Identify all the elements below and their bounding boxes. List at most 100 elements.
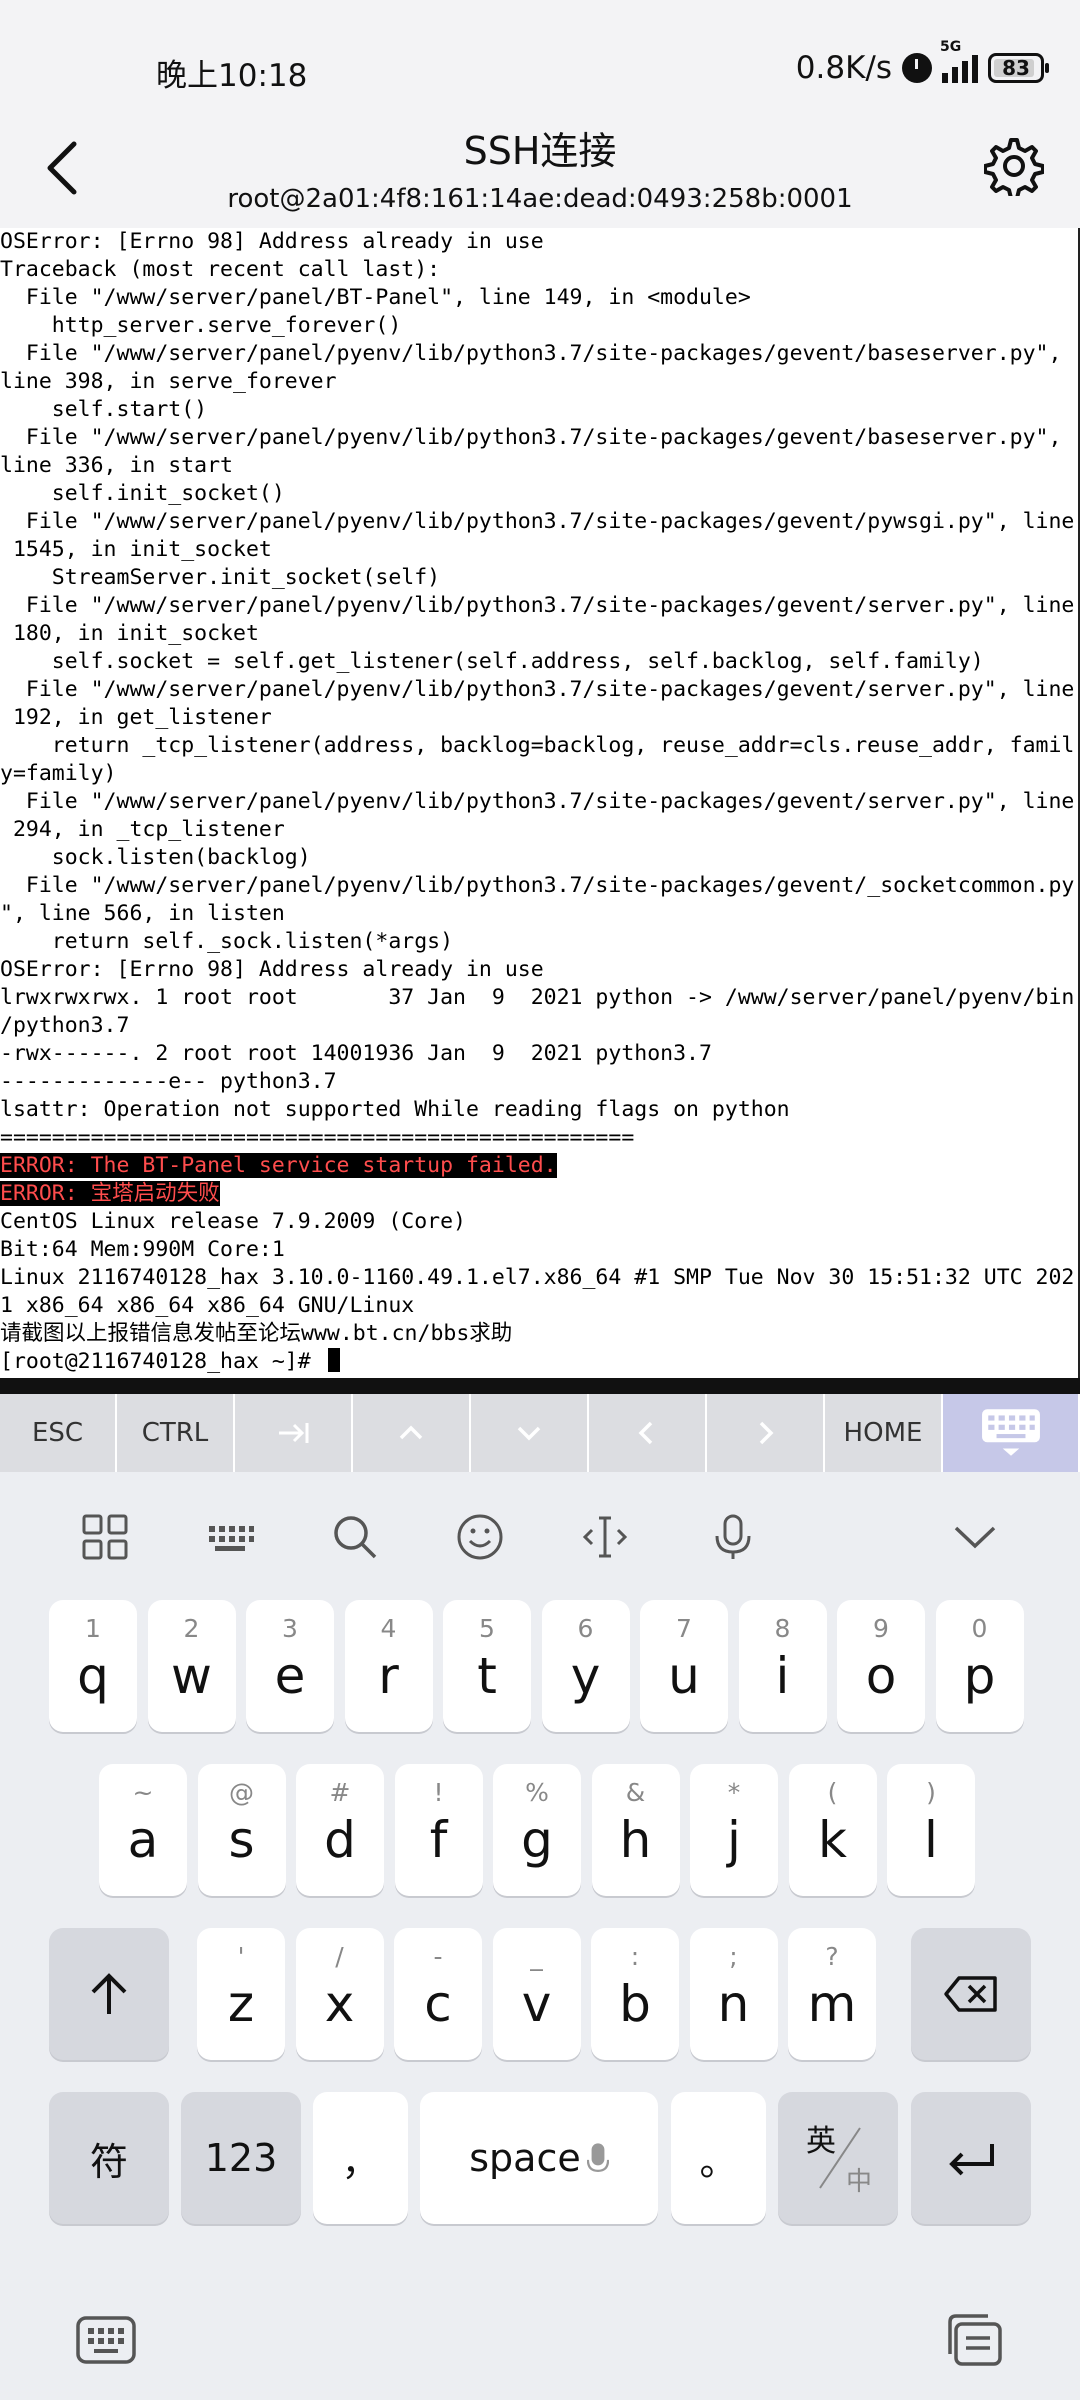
key-p[interactable]: 0p: [935, 1600, 1024, 1732]
terminal-line: File "/www/server/panel/BT-Panel", line …: [0, 285, 751, 310]
microphone-icon[interactable]: [708, 1512, 758, 1562]
terminal-line: File "/www/server/panel/pyenv/lib/python…: [0, 509, 1075, 534]
key-label: n: [717, 1975, 750, 2033]
key-f[interactable]: ! f: [394, 1764, 483, 1896]
shift-key[interactable]: [49, 1928, 169, 2060]
enter-key[interactable]: [911, 2092, 1031, 2224]
key-x[interactable]: / x: [295, 1928, 384, 2060]
key-a[interactable]: ~ a: [99, 1764, 187, 1896]
terminal-line: self.start(): [0, 397, 208, 422]
key-hint: 3: [282, 1614, 298, 1643]
terminal-line: Linux 2116740128_hax 3.10.0-1160.49.1.el…: [0, 1265, 1075, 1290]
key-label: d: [324, 1811, 356, 1869]
key-b[interactable]: :b: [591, 1928, 679, 2060]
clipboard-icon[interactable]: [942, 2312, 1006, 2368]
key-label: s: [228, 1811, 255, 1869]
error-line: ERROR: 宝塔启动失败: [0, 1181, 220, 1206]
backspace-key[interactable]: [911, 1928, 1031, 2060]
key-q[interactable]: 1q: [49, 1600, 137, 1732]
terminal-line: CentOS Linux release 7.9.2009 (Core): [0, 1209, 466, 1234]
symbols-key[interactable]: 符: [49, 2092, 169, 2224]
comma-key[interactable]: ，: [313, 2092, 408, 2224]
key-label: b: [619, 1975, 651, 2033]
search-icon[interactable]: [330, 1512, 380, 1562]
terminal-output[interactable]: OSError: [Errno 98] Address already in u…: [0, 228, 1080, 1388]
space-key[interactable]: space: [420, 2092, 658, 2224]
key-y[interactable]: 6y: [541, 1600, 630, 1732]
key-g[interactable]: % g: [493, 1764, 581, 1896]
key-hint: :: [630, 1942, 640, 1971]
key-j[interactable]: * j: [690, 1764, 778, 1896]
soft-keyboard: 1 q 2 w 3 e 4 r 5 t 6 y 7 u 8 i 9 o 0 p ~ a @ s # d! f% g & h * j(k) l ' z…: [0, 1472, 1080, 2400]
network-speed: 0.8K/s: [795, 50, 892, 86]
key-hint: (: [827, 1778, 838, 1807]
key-hint: 4: [380, 1614, 397, 1643]
key-k[interactable]: (k: [788, 1764, 877, 1896]
key-m[interactable]: ? m: [788, 1928, 876, 2060]
collapse-keyboard-icon[interactable]: [950, 1512, 1000, 1562]
keyboard-switch-icon[interactable]: [74, 2312, 138, 2368]
text-cursor-icon[interactable]: [580, 1512, 630, 1562]
terminal-line: File "/www/server/panel/pyenv/lib/python…: [0, 593, 1075, 618]
key-hint: _: [530, 1942, 543, 1971]
keyboard-toggle-key[interactable]: [943, 1394, 1080, 1472]
terminal-line: http_server.serve_forever(): [0, 313, 402, 338]
terminal-line: OSError: [Errno 98] Address already in u…: [0, 229, 544, 254]
key-z[interactable]: ' z: [197, 1928, 285, 2060]
terminal-line: -rwx------. 2 root root 14001936 Jan 9 2…: [0, 1041, 712, 1066]
key-hint: 0: [971, 1614, 988, 1643]
up-key[interactable]: [353, 1394, 471, 1472]
terminal-line: OSError: [Errno 98] Address already in u…: [0, 957, 544, 982]
terminal-line: 192, in get_listener: [0, 705, 272, 730]
numbers-key[interactable]: 123: [181, 2092, 301, 2224]
key-n[interactable]: ; n: [689, 1928, 778, 2060]
key-o[interactable]: 9o: [837, 1600, 925, 1732]
key-r[interactable]: 4r: [344, 1600, 433, 1732]
key-u[interactable]: 7u: [640, 1600, 728, 1732]
alarm-icon: [902, 53, 932, 83]
language-toggle-key[interactable]: 英 中: [778, 2092, 898, 2224]
key-c[interactable]: -c: [394, 1928, 482, 2060]
key-w[interactable]: 2w: [147, 1600, 236, 1732]
key-l[interactable]: ) l: [887, 1764, 975, 1896]
key-h[interactable]: & h: [591, 1764, 680, 1896]
right-key[interactable]: [707, 1394, 825, 1472]
key-label: f: [429, 1811, 448, 1869]
emoji-icon[interactable]: [455, 1512, 505, 1562]
key-s[interactable]: @ s: [197, 1764, 286, 1896]
terminal-line: 请截图以上报错信息发帖至论坛www.bt.cn/bbs求助: [0, 1321, 513, 1346]
page-title: SSH连接: [463, 129, 617, 173]
terminal-line: Traceback (most recent call last):: [0, 257, 441, 282]
esc-key[interactable]: ESC: [0, 1394, 117, 1472]
enter-icon: [949, 2144, 994, 2176]
key-label: p: [963, 1647, 996, 1705]
tab-key[interactable]: [235, 1394, 353, 1472]
period-key[interactable]: 。: [671, 2092, 766, 2224]
key-v[interactable]: _ v: [492, 1928, 581, 2060]
home-key[interactable]: HOME: [825, 1394, 943, 1472]
key-i[interactable]: 8i: [738, 1600, 827, 1732]
ctrl-key[interactable]: CTRL: [117, 1394, 235, 1472]
key-hint: 6: [577, 1614, 594, 1643]
down-key[interactable]: [471, 1394, 589, 1472]
battery-level: 83: [1002, 56, 1030, 80]
key-hint: %: [525, 1778, 549, 1807]
error-line: ERROR: The BT-Panel service startup fail…: [0, 1153, 557, 1178]
apps-grid-icon[interactable]: [80, 1512, 130, 1562]
key-d[interactable]: # d: [296, 1764, 384, 1896]
key-e[interactable]: 3e: [246, 1600, 334, 1732]
keyboard-layout-icon[interactable]: [205, 1512, 255, 1562]
key-hint: ~: [132, 1778, 154, 1807]
key-hint: 2: [183, 1614, 200, 1643]
terminal-line: self.init_socket(): [0, 481, 285, 506]
terminal-prompt[interactable]: [root@2116740128_hax ~]#: [0, 1348, 1078, 1376]
terminal-line: /python3.7: [0, 1013, 130, 1038]
left-key[interactable]: [589, 1394, 707, 1472]
key-label: c: [424, 1975, 452, 2033]
key-t[interactable]: 5t: [443, 1600, 531, 1732]
terminal-line: 1 x86_64 x86_64 x86_64 GNU/Linux: [0, 1293, 415, 1318]
key-hint: 5: [479, 1614, 495, 1643]
terminal-line: StreamServer.init_socket(self): [0, 565, 441, 590]
key-label: j: [727, 1811, 741, 1869]
gear-icon[interactable]: [984, 136, 1044, 196]
